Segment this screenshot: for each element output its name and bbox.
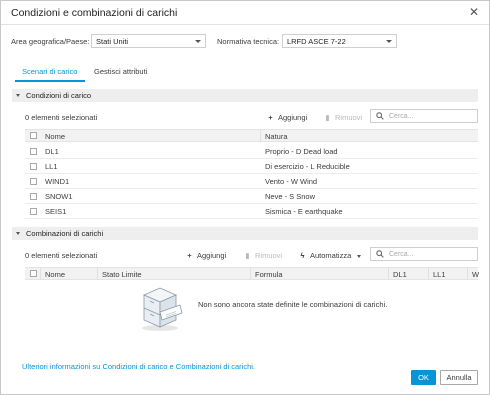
tab-manage-attributes[interactable]: Gestisci attributi	[94, 67, 147, 76]
row-nature: Neve - S Snow	[265, 192, 316, 201]
load-combinations-search-input[interactable]	[389, 249, 459, 259]
area-select[interactable]: Stati Uniti	[91, 34, 206, 48]
automate-button[interactable]: ϟ Automatizza	[298, 251, 362, 260]
row-name: LL1	[45, 162, 58, 171]
cancel-button[interactable]: Annulla	[440, 370, 478, 385]
column-header-name[interactable]: Nome	[45, 132, 65, 141]
table-row[interactable]: SEIS1 Sismica - E earthquake	[25, 204, 478, 219]
load-conditions-search-input[interactable]	[389, 111, 459, 121]
search-icon	[376, 112, 384, 120]
column-divider	[40, 268, 41, 280]
dialog-titlebar: Condizioni e combinazioni di carichi ✕	[1, 1, 489, 25]
add-load-combination-button[interactable]: + Aggiungi	[185, 251, 226, 260]
area-select-value: Stati Uniti	[96, 37, 129, 46]
row-checkbox[interactable]	[30, 208, 37, 215]
row-nature: Di esercizio - L Reducible	[265, 162, 350, 171]
load-combinations-section-title: Combinazioni di carichi	[26, 229, 104, 238]
row-nature: Sismica - E earthquake	[265, 207, 343, 216]
trash-icon: ▮	[325, 113, 330, 122]
trash-icon: ▮	[245, 251, 250, 260]
column-header-name[interactable]: Nome	[45, 270, 65, 279]
column-header-limit-state[interactable]: Stato Limite	[102, 270, 142, 279]
add-label: Aggiungi	[278, 113, 308, 122]
chevron-down-icon	[386, 40, 392, 43]
row-name: WIND1	[45, 177, 70, 186]
empty-cabinet-icon	[142, 287, 183, 331]
row-checkbox[interactable]	[30, 148, 37, 155]
column-header-w[interactable]: W	[472, 270, 479, 279]
dialog-title: Condizioni e combinazioni di carichi	[11, 7, 178, 19]
load-combinations-table-header: Nome Stato Limite Formula DL1 LL1 W	[25, 267, 479, 280]
load-conditions-search[interactable]	[370, 109, 478, 123]
load-conditions-section-title: Condizioni di carico	[26, 91, 92, 100]
tab-load-scenarios[interactable]: Scenari di carico	[22, 67, 77, 76]
table-row[interactable]: LL1 Di esercizio - L Reducible	[25, 159, 478, 174]
chevron-down-icon	[16, 94, 20, 97]
lightning-icon: ϟ	[300, 251, 305, 260]
row-name: SNOW1	[45, 192, 73, 201]
load-conditions-dialog: Condizioni e combinazioni di carichi ✕ A…	[0, 0, 490, 395]
row-nature: Vento - W Wind	[265, 177, 318, 186]
row-checkbox[interactable]	[30, 163, 37, 170]
table-row[interactable]: SNOW1 Neve - S Snow	[25, 189, 478, 204]
ok-button[interactable]: OK	[411, 370, 436, 385]
load-combinations-search[interactable]	[370, 247, 478, 261]
table-row[interactable]: DL1 Proprio - D Dead load	[25, 144, 478, 159]
column-divider	[388, 268, 389, 280]
column-header-dl1[interactable]: DL1	[393, 270, 407, 279]
column-divider	[428, 268, 429, 280]
row-name: DL1	[45, 147, 59, 156]
plus-icon: +	[187, 251, 192, 260]
automate-label: Automatizza	[310, 251, 352, 260]
plus-icon: +	[268, 113, 273, 122]
active-tab-indicator	[15, 80, 85, 82]
norm-select-value: LRFD ASCE 7-22	[287, 37, 346, 46]
column-header-ll1[interactable]: LL1	[433, 270, 446, 279]
norm-label: Normativa tecnica:	[217, 37, 280, 46]
row-name: SEIS1	[45, 207, 67, 216]
row-checkbox[interactable]	[30, 178, 37, 185]
select-all-checkbox[interactable]	[30, 132, 37, 139]
load-combinations-selected-count: 0 elementi selezionati	[25, 251, 98, 260]
remove-label: Rimuovi	[255, 251, 283, 260]
table-row[interactable]: WIND1 Vento - W Wind	[25, 174, 478, 189]
remove-load-condition-button[interactable]: ▮ Rimuovi	[323, 113, 362, 122]
search-icon	[376, 250, 384, 258]
help-link[interactable]: Ulteriori informazioni su Condizioni di …	[22, 362, 255, 371]
chevron-down-icon	[16, 232, 20, 235]
remove-label: Rimuovi	[335, 113, 363, 122]
select-all-checkbox[interactable]	[30, 270, 37, 277]
load-combinations-section-header[interactable]: Combinazioni di carichi	[12, 227, 478, 240]
column-header-formula[interactable]: Formula	[255, 270, 283, 279]
column-divider	[97, 268, 98, 280]
remove-load-combination-button[interactable]: ▮ Rimuovi	[243, 251, 282, 260]
add-label: Aggiungi	[197, 251, 227, 260]
chevron-down-icon	[357, 254, 362, 258]
load-conditions-table-header: Nome Natura	[25, 129, 478, 142]
row-checkbox[interactable]	[30, 193, 37, 200]
column-header-nature[interactable]: Natura	[265, 132, 288, 141]
chevron-down-icon	[195, 40, 201, 43]
area-label: Area geografica/Paese:	[11, 37, 90, 46]
column-divider	[260, 130, 261, 142]
row-nature: Proprio - D Dead load	[265, 147, 338, 156]
close-icon[interactable]: ✕	[467, 5, 481, 19]
load-conditions-section-header[interactable]: Condizioni di carico	[12, 89, 478, 102]
add-load-condition-button[interactable]: + Aggiungi	[266, 113, 307, 122]
column-divider	[250, 268, 251, 280]
empty-combinations-message: Non sono ancora state definite le combin…	[198, 300, 388, 309]
load-conditions-selected-count: 0 elementi selezionati	[25, 113, 98, 122]
norm-select[interactable]: LRFD ASCE 7-22	[282, 34, 397, 48]
column-divider	[467, 268, 468, 280]
